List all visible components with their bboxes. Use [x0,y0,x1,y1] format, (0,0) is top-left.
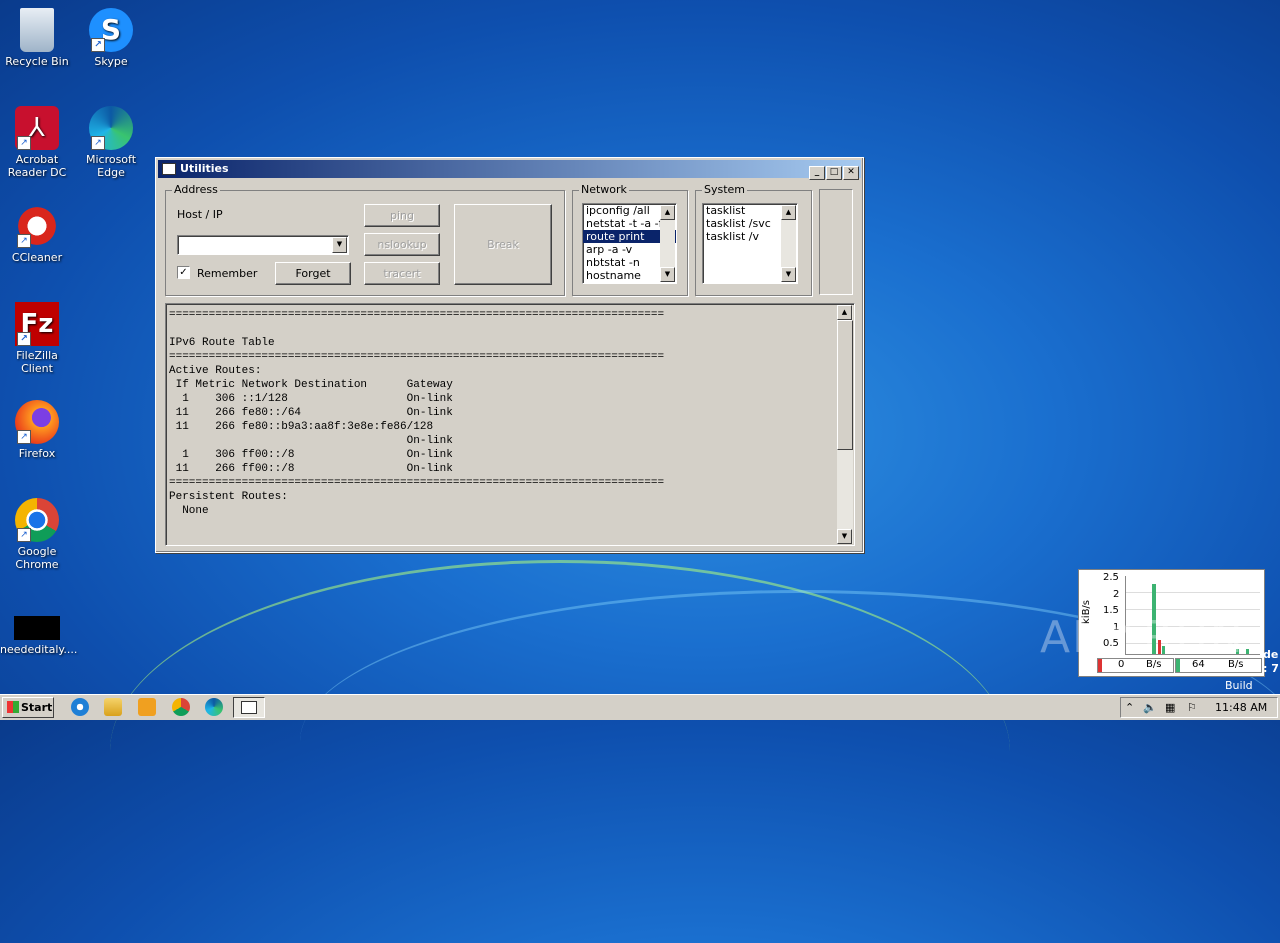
tracert-button[interactable]: tracert [364,262,440,285]
desktop-icon-recycle-bin[interactable]: Recycle Bin [0,8,74,68]
network-group: Network ipconfig /all netstat -t -a -f r… [572,183,688,296]
clock[interactable]: 11:48 AM [1215,698,1267,717]
shortcut-arrow-icon: ↗ [91,136,105,150]
start-button[interactable]: Start [2,697,54,718]
window-title: Utilities [180,162,229,175]
desktop-icon-edge[interactable]: ↗ Microsoft Edge [74,106,148,179]
scroll-down-icon[interactable]: ▼ [837,529,852,544]
desktop-icon-label: Google Chrome [15,545,59,571]
start-label: Start [21,701,53,714]
skype-icon: S ↗ [89,8,133,52]
netmon-ytick: 2.5 [1103,572,1119,583]
scroll-up-icon[interactable]: ▲ [837,305,852,320]
desktop-icon-label: Microsoft Edge [85,153,137,179]
minimize-button[interactable]: _ [809,166,825,180]
desktop-icon-label: FileZilla Client [16,349,58,375]
host-ip-label: Host / IP [177,208,223,221]
utilities-window: Utilities _ □ ✕ Address Host / IP ▼ ✓ Reme… [155,157,864,553]
output-text: ========================================… [169,309,665,517]
filezilla-icon: Fz ↗ [15,302,59,346]
netmon-ytick: 2 [1113,589,1120,600]
desktop-icon-label: Recycle Bin [5,55,69,68]
scroll-down-icon[interactable]: ▼ [660,267,675,282]
network-icon[interactable]: ▦ [1165,698,1175,717]
output-textarea[interactable]: ========================================… [165,303,855,546]
corner-text: : 7 [1263,662,1279,675]
forget-button[interactable]: Forget [275,262,351,285]
scroll-down-icon[interactable]: ▼ [781,267,796,282]
desktop-icon-label: Acrobat Reader DC [7,153,67,179]
break-button[interactable]: Break [454,204,552,285]
desktop-icon-label: Firefox [18,447,56,460]
desktop-icon-ccleaner[interactable]: ↗ CCleaner [0,204,74,264]
shortcut-arrow-icon: ↗ [17,430,31,444]
edge-taskbar-icon[interactable] [205,698,223,716]
network-legend: Network [579,183,629,196]
shortcut-arrow-icon: ↗ [17,528,31,542]
corner-text: de [1263,648,1279,661]
remember-label: Remember [197,267,258,280]
address-legend: Address [172,183,220,196]
system-legend: System [702,183,748,196]
file-explorer-icon[interactable] [104,698,122,716]
chrome-taskbar-icon[interactable] [172,698,190,716]
flag-icon[interactable]: ⚐ [1187,698,1197,717]
shortcut-arrow-icon: ↗ [17,234,31,248]
nslookup-button[interactable]: nslookup [364,233,440,256]
right-panel [819,189,853,295]
remember-checkbox[interactable]: ✓ [177,266,190,279]
desktop-icon-filezilla[interactable]: Fz ↗ FileZilla Client [0,302,74,375]
firefox-icon: ↗ [15,400,59,444]
windows-logo-icon [7,701,19,713]
desktop-icon-label: CCleaner [11,251,63,264]
edge-icon: ↗ [89,106,133,150]
desktop-icon-acrobat[interactable]: ⅄ ↗ Acrobat Reader DC [0,106,74,179]
window-titlebar[interactable]: Utilities _ □ ✕ [158,160,861,180]
tray-expand-icon[interactable]: ⌃ [1125,698,1134,717]
taskbar: Start ⌃ 🔈 ▦ ⚐ 11:48 AM [0,694,1280,720]
desktop-icon-label: neededitaly.... [0,643,78,656]
desktop-icon-skype[interactable]: S ↗ Skype [74,8,148,68]
file-thumbnail-icon [14,616,60,640]
desktop-icon-label: Skype [94,55,128,68]
maximize-button[interactable]: □ [826,166,842,180]
volume-icon[interactable]: 🔈 [1143,698,1157,717]
desktop-icon-chrome[interactable]: ↗ Google Chrome [0,498,74,571]
shortcut-arrow-icon: ↗ [91,38,105,52]
output-scrollbar[interactable]: ▲ ▼ [837,305,853,544]
close-button[interactable]: ✕ [843,166,859,180]
scroll-up-icon[interactable]: ▲ [781,205,796,220]
chrome-icon: ↗ [15,498,59,542]
taskbar-utilities-button[interactable] [233,697,265,718]
utilities-app-icon [241,701,257,714]
ccleaner-icon: ↗ [15,204,59,248]
media-player-icon[interactable] [138,698,156,716]
shortcut-arrow-icon: ↗ [17,136,31,150]
network-list-scrollbar[interactable]: ▲ ▼ [660,205,675,282]
watermark-text: ANY.RUN [1040,612,1245,663]
recycle-bin-icon [20,8,54,52]
system-group: System tasklist tasklist /svc tasklist /… [695,183,812,296]
network-command-list[interactable]: ipconfig /all netstat -t -a -f route pri… [582,203,677,284]
ping-button[interactable]: ping [364,204,440,227]
shortcut-arrow-icon: ↗ [17,332,31,346]
chevron-down-icon[interactable]: ▼ [332,237,347,253]
host-ip-combobox[interactable]: ▼ [177,235,349,255]
acrobat-icon: ⅄ ↗ [15,106,59,150]
scroll-up-icon[interactable]: ▲ [660,205,675,220]
netmon-bar [1246,649,1249,654]
desktop-icon-file[interactable]: neededitaly.... [0,616,78,656]
system-list-scrollbar[interactable]: ▲ ▼ [781,205,796,282]
system-command-list[interactable]: tasklist tasklist /svc tasklist /v ▲ ▼ [702,203,798,284]
system-tray: ⌃ 🔈 ▦ ⚐ 11:48 AM [1120,697,1278,718]
window-app-icon [162,163,176,175]
desktop-icon-firefox[interactable]: ↗ Firefox [0,400,74,460]
internet-explorer-icon[interactable] [71,698,89,716]
address-group: Address Host / IP ▼ ✓ Remember Forget pi… [165,183,565,296]
scroll-thumb[interactable] [837,320,853,450]
